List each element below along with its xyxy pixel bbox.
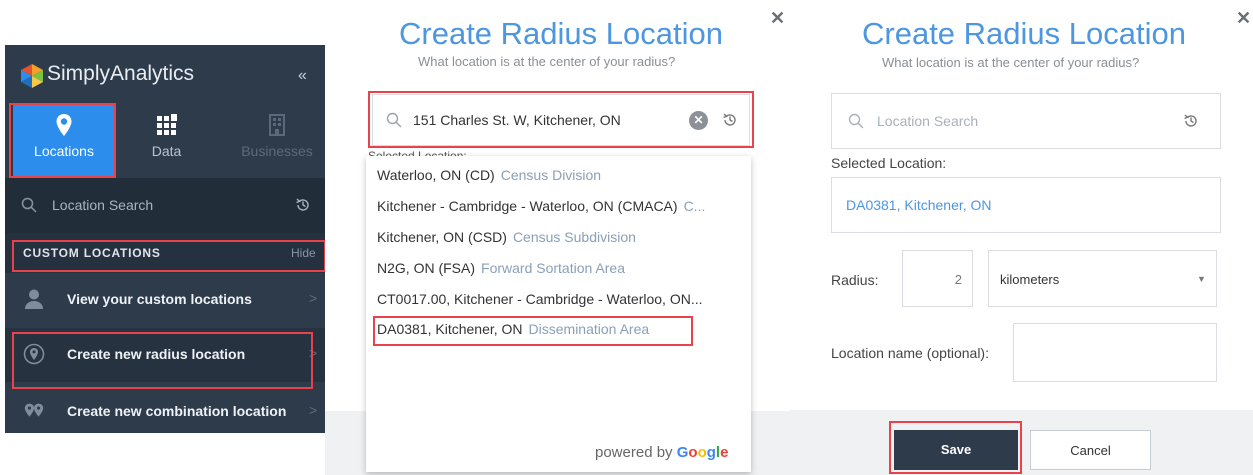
list-item[interactable]: CT0017.00, Kitchener - Cambridge - Water… <box>377 291 747 307</box>
sidebar-item-view-custom-locations[interactable]: View your custom locations > <box>5 273 325 327</box>
search-icon <box>21 197 37 213</box>
building-icon <box>269 114 285 136</box>
unit-select[interactable]: kilometers ▼ <box>988 250 1217 307</box>
powered-by-google: powered by Google <box>595 444 728 461</box>
history-icon[interactable] <box>295 197 311 213</box>
suggestion-type: Census Subdivision <box>512 229 636 245</box>
custom-locations-header: CUSTOM LOCATIONS Hide <box>5 233 325 273</box>
radius-label: Radius: <box>831 272 879 288</box>
list-item[interactable]: Waterloo, ON (CD) Census Division <box>377 167 747 183</box>
radius-pin-icon <box>23 343 45 365</box>
search-icon <box>848 113 864 129</box>
dialog-title: Create Radius Location <box>862 16 1186 51</box>
location-search-input[interactable]: 151 Charles St. W, Kitchener, ON ✕ <box>372 94 750 146</box>
suggestion-type: Census Division <box>500 167 602 183</box>
suggestion-name: N2G, ON (FSA) <box>377 260 476 276</box>
selected-location-label: Selected Location: <box>831 155 947 171</box>
chevron-right-icon: > <box>309 290 318 306</box>
suggestion-name: Kitchener - Cambridge - Waterloo, ON (CM… <box>377 198 678 214</box>
location-search-bar[interactable]: Location Search <box>5 178 325 233</box>
map-pin-icon <box>56 114 72 136</box>
suggestion-name: Kitchener, ON (CSD) <box>377 229 507 245</box>
tab-locations-label: Locations <box>34 143 94 159</box>
list-item[interactable]: Kitchener - Cambridge - Waterloo, ON (CM… <box>377 198 747 214</box>
close-icon[interactable]: ✕ <box>770 8 785 29</box>
location-search-value[interactable]: 151 Charles St. W, Kitchener, ON <box>413 112 621 128</box>
hide-custom-locations-link[interactable]: Hide <box>291 246 316 260</box>
radius-input[interactable]: 2 <box>902 250 973 307</box>
dialog-footer-background <box>790 410 1253 475</box>
brand-bar: SimplyAnalytics « <box>5 45 325 105</box>
dialog-subtitle: What location is at the center of your r… <box>418 54 676 69</box>
tab-locations[interactable]: Locations <box>13 105 115 177</box>
selected-location-value[interactable]: DA0381, Kitchener, ON <box>846 197 992 213</box>
collapse-sidebar-button[interactable]: « <box>298 67 307 85</box>
sidebar-item-create-radius-location[interactable]: Create new radius location > <box>5 328 325 382</box>
tab-businesses-label: Businesses <box>241 143 313 159</box>
search-icon <box>386 112 402 128</box>
clear-search-icon[interactable]: ✕ <box>689 111 708 130</box>
sidebar: SimplyAnalytics « Locations Data Busines… <box>5 45 325 433</box>
selected-location-box: DA0381, Kitchener, ON <box>831 177 1221 233</box>
simplyanalytics-logo-icon <box>21 64 43 88</box>
history-icon[interactable] <box>1183 113 1199 129</box>
suggestion-name: DA0381, Kitchener, ON <box>377 321 523 337</box>
suggestion-type: Dissemination Area <box>528 321 650 337</box>
combination-pin-icon <box>24 403 44 417</box>
tab-data-label: Data <box>151 143 182 159</box>
location-search-placeholder[interactable]: Location Search <box>52 197 153 213</box>
sidebar-item-label: Create new radius location <box>67 346 246 362</box>
create-radius-step1-panel: Create Radius Location What location is … <box>325 0 790 475</box>
chevron-down-icon: ▼ <box>1197 274 1206 284</box>
close-icon[interactable]: ✕ <box>1236 8 1251 29</box>
suggestion-type: C... <box>683 198 706 214</box>
history-icon[interactable] <box>722 112 738 128</box>
google-logo: Google <box>676 444 729 461</box>
chevron-right-icon: > <box>309 402 318 418</box>
sidebar-item-create-combination-location[interactable]: Create new combination location > <box>5 385 325 433</box>
sidebar-item-label: View your custom locations <box>67 291 252 307</box>
location-search-input[interactable]: Location Search <box>831 93 1221 149</box>
sidebar-nav: Locations Data Businesses <box>5 105 325 177</box>
cancel-button[interactable]: Cancel <box>1030 430 1151 470</box>
dialog-subtitle: What location is at the center of your r… <box>882 55 1140 70</box>
powered-by-label: powered by <box>595 444 673 461</box>
tab-businesses[interactable]: Businesses <box>227 105 325 177</box>
sidebar-panel: SimplyAnalytics « Locations Data Busines… <box>0 0 326 475</box>
list-item[interactable]: N2G, ON (FSA) Forward Sortation Area <box>377 260 747 276</box>
save-button[interactable]: Save <box>894 430 1018 470</box>
chevron-right-icon: > <box>309 345 318 361</box>
custom-locations-title: CUSTOM LOCATIONS <box>23 246 161 260</box>
location-name-label: Location name (optional): <box>831 345 989 361</box>
brand-name: SimplyAnalytics <box>47 62 195 85</box>
suggestion-type: Forward Sortation Area <box>481 260 625 276</box>
location-search-placeholder[interactable]: Location Search <box>877 113 978 129</box>
list-item[interactable]: DA0381, Kitchener, ON Dissemination Area <box>377 321 747 337</box>
tab-data[interactable]: Data <box>120 105 213 177</box>
suggestion-name: Waterloo, ON (CD) <box>377 167 495 183</box>
location-name-input[interactable] <box>1013 323 1217 382</box>
unit-value: kilometers <box>1000 272 1060 287</box>
autocomplete-dropdown: Waterloo, ON (CD) Census Division Kitchen… <box>366 156 751 472</box>
radius-value: 2 <box>954 272 962 287</box>
person-icon <box>25 289 43 309</box>
create-radius-step2-panel: Create Radius Location What location is … <box>790 0 1253 475</box>
list-item[interactable]: Kitchener, ON (CSD) Census Subdivision <box>377 229 747 245</box>
dialog-title: Create Radius Location <box>399 16 723 51</box>
sidebar-item-label: Create new combination location <box>67 403 287 419</box>
grid-icon <box>156 114 177 135</box>
suggestion-name: CT0017.00, Kitchener - Cambridge - Water… <box>377 291 703 307</box>
